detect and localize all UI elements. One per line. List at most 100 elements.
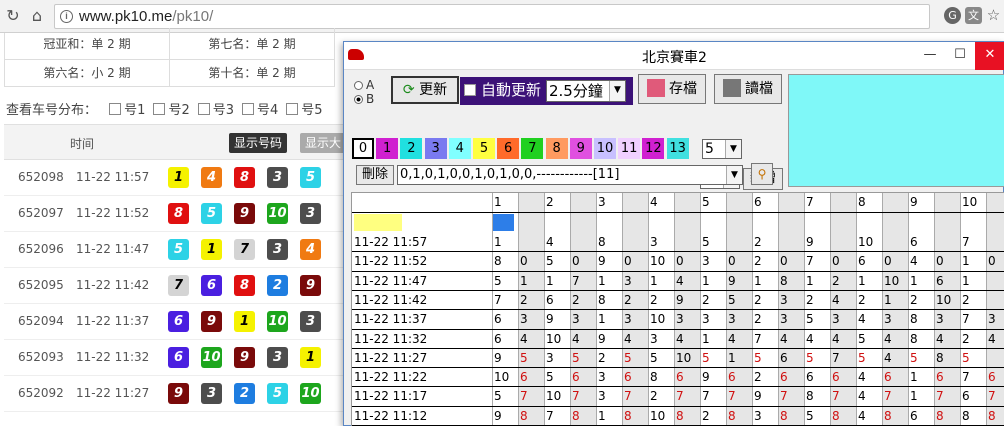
close-icon[interactable]: ✕ [975, 42, 1004, 70]
dropdown-arrow-icon: ▼ [609, 81, 625, 101]
number-ball: 1 [234, 311, 255, 332]
draw-time: 11-22 11:32 [76, 350, 150, 364]
issue-number: 652093 [18, 350, 64, 364]
filter-option[interactable]: 号1 [101, 103, 145, 118]
grid-row-time: 11-22 11:57 [354, 235, 428, 249]
grid-cell: 10 [936, 292, 952, 307]
grid-cell: 1 [650, 273, 658, 288]
filter-checkbox[interactable] [109, 103, 122, 115]
grid-cell: 4 [884, 331, 892, 346]
filter-option[interactable]: 号3 [190, 103, 234, 118]
grid-cell: 1 [754, 273, 762, 288]
grid-cell: 9 [494, 350, 502, 365]
grid-cell: 4 [858, 312, 866, 327]
color-number-button[interactable]: 1 [376, 138, 399, 159]
auto-update-checkbox[interactable] [464, 84, 476, 96]
grid-row-time: 11-22 11:12 [354, 408, 428, 423]
interval-select[interactable]: 2.5分鐘 ▼ [546, 80, 626, 102]
minimize-icon[interactable]: — [915, 42, 945, 70]
radio-b[interactable]: B [354, 93, 374, 105]
grid-cell: 8 [780, 408, 788, 423]
home-icon[interactable]: ⌂ [26, 5, 48, 27]
delete-button[interactable]: 刪除 [356, 165, 394, 185]
number-ball: 3 [267, 347, 288, 368]
grid-cell: 5 [910, 350, 918, 365]
grid-column-header: 2 [546, 195, 554, 209]
filter-checkbox[interactable] [286, 103, 299, 115]
result-row: 652093 11-22 11:32 6 10 9 3 1 [4, 340, 350, 376]
filter-option[interactable]: 号5 [278, 103, 323, 118]
filter-checkbox[interactable] [242, 103, 254, 115]
color-number-button[interactable]: 6 [497, 138, 520, 159]
grid-cell: 6 [676, 370, 684, 385]
grid-cell: 4 [780, 331, 788, 346]
issue-number: 652095 [18, 278, 64, 292]
count-select[interactable]: 5 ▼ [702, 139, 742, 159]
grid-cell: 2 [702, 408, 710, 423]
radio-selected-icon [354, 95, 363, 104]
grid-row-time: 11-22 11:32 [354, 331, 428, 346]
radio-a[interactable]: A [354, 79, 374, 91]
window-titlebar: 北京賽車2 — ☐ ✕ [344, 42, 1004, 70]
grid-cell: 5 [858, 331, 866, 346]
grid-cell: 8 [832, 408, 840, 423]
grid-cell: 8 [650, 370, 658, 385]
search-icon[interactable]: ⚲ [751, 163, 773, 185]
grid-cell: 7 [754, 331, 762, 346]
color-number-button[interactable]: 5 [473, 138, 495, 159]
color-number-button[interactable]: 0 [352, 138, 374, 159]
sequence-field[interactable]: 0,1,0,1,0,0,1,0,1,0,0,------------[11] ▼ [397, 165, 743, 185]
filter-option-label: 号3 [212, 103, 234, 118]
grid-cell: 5 [754, 350, 762, 365]
grid-cell: 1 [910, 389, 918, 404]
number-ball: 1 [201, 239, 222, 260]
filter-option[interactable]: 号2 [145, 103, 190, 118]
color-number-button[interactable]: 13 [666, 138, 689, 159]
grid-column-header: 8 [858, 195, 866, 209]
grid-hline [352, 212, 1004, 213]
grid-cell: 7 [832, 350, 840, 365]
filter-option[interactable]: 号4 [234, 103, 278, 118]
info-icon[interactable]: i [60, 10, 73, 23]
color-number-button[interactable]: 10 [594, 138, 616, 159]
grid-cell: 4 [832, 292, 840, 307]
radio-b-label: B [366, 92, 375, 106]
load-button[interactable]: 讀檔 [714, 74, 782, 104]
grid-cell: 3 [520, 312, 528, 327]
address-bar[interactable]: i www.pk10.me/pk10/ [54, 4, 930, 29]
number-ball: 9 [168, 383, 189, 404]
grid-cell: 3 [676, 312, 684, 327]
show-numbers-button[interactable]: 显示号码 [229, 133, 288, 153]
grid-cell: 2 [754, 235, 762, 249]
color-number-button[interactable]: 2 [400, 138, 423, 159]
filter-checkbox[interactable] [153, 103, 166, 115]
extension-icon[interactable]: G [944, 7, 961, 24]
interval-value: 2.5分鐘 [549, 82, 603, 100]
grid-cell: 10 [546, 331, 562, 346]
color-number-button[interactable]: 4 [448, 138, 471, 159]
grid-cell: 9 [598, 331, 606, 346]
grid-cell: 3 [936, 312, 944, 327]
grid-cell: 4 [676, 331, 684, 346]
star-icon[interactable]: ☆ [985, 7, 1002, 24]
filter-checkbox[interactable] [197, 103, 210, 115]
color-number-button[interactable]: 9 [569, 138, 592, 159]
url-host: www.pk10.me [79, 8, 173, 25]
color-number-button[interactable]: 12 [642, 138, 665, 159]
save-button[interactable]: 存檔 [638, 74, 706, 104]
grid-cell: 2 [598, 350, 606, 365]
grid-cell: 0 [624, 254, 632, 269]
reload-icon[interactable]: ↻ [2, 5, 24, 27]
color-number-button[interactable]: 8 [545, 138, 568, 159]
grid-cell: 0 [780, 254, 788, 269]
color-number-button[interactable]: 7 [521, 138, 544, 159]
grid-cell: 10 [884, 273, 900, 288]
color-number-button[interactable]: 11 [618, 138, 641, 159]
grid-cell: 7 [832, 389, 840, 404]
grid-cell: 3 [780, 292, 788, 307]
maximize-icon[interactable]: ☐ [945, 42, 975, 70]
color-number-button[interactable]: 3 [424, 138, 447, 159]
grid-cell: 10 [650, 254, 666, 269]
translate-icon[interactable]: 文 [965, 7, 982, 24]
update-button[interactable]: ⟳ 更新 [391, 76, 459, 104]
